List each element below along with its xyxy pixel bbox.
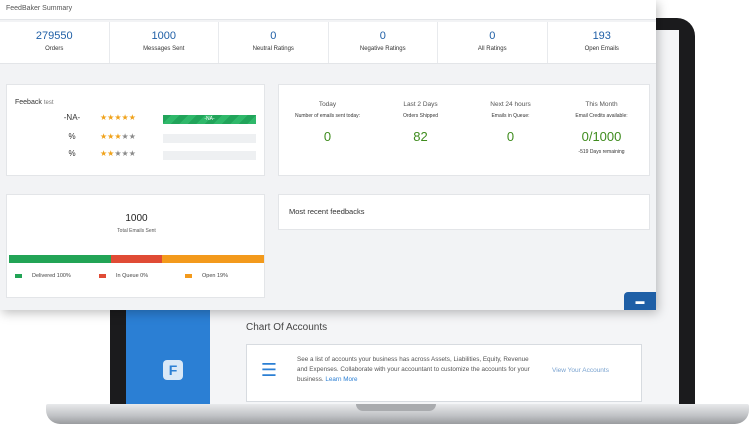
recent-feedbacks-title: Most recent feedbacks bbox=[289, 207, 365, 216]
feedback-row-label: % bbox=[68, 132, 76, 141]
period-value: 0 bbox=[323, 129, 332, 144]
period-title: Next 24 hours bbox=[490, 101, 531, 108]
app-logo-icon: F bbox=[163, 360, 183, 380]
emails-progress-bar bbox=[9, 255, 264, 263]
stat-label: Open Emails bbox=[584, 46, 619, 52]
stat-value: 279550 bbox=[35, 30, 73, 42]
stat-label: Neutral Ratings bbox=[252, 46, 294, 52]
star-rating-icon: ★★★★★ bbox=[100, 149, 136, 158]
stat-orders: 279550 Orders bbox=[0, 22, 110, 63]
stat-label: All Ratings bbox=[477, 46, 507, 52]
delivered-segment bbox=[9, 255, 111, 263]
stat-value: 1000 bbox=[151, 30, 176, 42]
stat-messages-sent: 1000 Messages Sent bbox=[110, 22, 219, 63]
view-accounts-link[interactable]: View Your Accounts bbox=[552, 367, 609, 374]
stat-value: 193 bbox=[592, 30, 611, 42]
chat-bubbles-icon[interactable]: ▬ bbox=[624, 292, 656, 310]
stat-value: 0 bbox=[489, 30, 496, 42]
recent-feedbacks-card: Most recent feedbacks bbox=[278, 194, 650, 230]
feedback-bar bbox=[163, 134, 256, 143]
feedback-subtitle: test bbox=[43, 100, 54, 106]
stat-label: Orders bbox=[45, 46, 64, 52]
legend-queue: In Queue 0% bbox=[99, 273, 148, 279]
queue-segment bbox=[111, 255, 162, 263]
emails-card: 1000 Total Emails Sent Delivered 100% In… bbox=[6, 194, 265, 298]
feedback-row: -NA- ★★★★★ -NA- bbox=[7, 113, 266, 127]
emails-total-label: Total Emails Sent bbox=[117, 228, 156, 234]
chart-of-accounts-title: Chart Of Accounts bbox=[246, 322, 328, 333]
emails-total-count: 1000 bbox=[125, 213, 148, 224]
stat-value: 0 bbox=[379, 30, 386, 42]
feedbaker-dashboard: FeedBaker Summary 279550 Orders 1000 Mes… bbox=[0, 0, 656, 310]
laptop-notch bbox=[356, 404, 436, 411]
legend-open: Open 19% bbox=[185, 273, 228, 279]
stat-open-emails: 193 Open Emails bbox=[548, 22, 657, 63]
feedback-row: % ★★★★★ bbox=[7, 132, 266, 146]
summary-stats: 279550 Orders 1000 Messages Sent 0 Neutr… bbox=[0, 22, 656, 64]
period-note: -519 Days remaining bbox=[578, 149, 625, 155]
learn-more-link[interactable]: Learn More bbox=[325, 376, 357, 383]
chart-of-accounts-description: See a list of accounts your business has… bbox=[297, 356, 530, 383]
stat-label: Messages Sent bbox=[143, 46, 185, 52]
stat-negative-ratings: 0 Negative Ratings bbox=[329, 22, 438, 63]
period-value: 0 bbox=[506, 129, 515, 144]
feedback-card: Feeback test -NA- ★★★★★ -NA- % ★★★★★ % ★… bbox=[6, 84, 265, 176]
period-title: Last 2 Days bbox=[403, 101, 438, 108]
period-title: Today bbox=[318, 101, 337, 108]
period-stats-card: Today Number of emails sent today: 0 Las… bbox=[278, 84, 650, 176]
star-rating-icon: ★★★★★ bbox=[100, 113, 136, 122]
period-title: This Month bbox=[585, 101, 618, 108]
chart-of-accounts-card: ☰ See a list of accounts your business h… bbox=[246, 344, 642, 402]
feedback-row-label: % bbox=[68, 149, 76, 158]
feedback-row: % ★★★★★ bbox=[7, 149, 266, 163]
stat-neutral-ratings: 0 Neutral Ratings bbox=[219, 22, 329, 63]
stat-value: 0 bbox=[270, 30, 277, 42]
dashboard-title: FeedBaker Summary bbox=[0, 0, 656, 20]
open-segment bbox=[162, 255, 264, 263]
period-value: 82 bbox=[413, 129, 428, 144]
period-subtitle: Email Credits available: bbox=[575, 113, 628, 119]
period-subtitle: Number of emails sent today: bbox=[294, 113, 361, 119]
feedback-bar bbox=[163, 151, 256, 160]
feedback-bar: -NA- bbox=[163, 115, 256, 124]
legend-delivered: Delivered 100% bbox=[15, 273, 71, 279]
star-rating-icon: ★★★★★ bbox=[100, 132, 136, 141]
legend-swatch bbox=[185, 273, 192, 278]
period-subtitle: Emails in Queue: bbox=[491, 113, 530, 119]
legend-swatch bbox=[15, 273, 22, 278]
feedback-row-label: -NA- bbox=[63, 113, 81, 122]
stat-all-ratings: 0 All Ratings bbox=[438, 22, 548, 63]
legend-swatch bbox=[99, 273, 106, 278]
stat-label: Negative Ratings bbox=[359, 46, 406, 52]
feedback-title: Feeback test bbox=[15, 99, 54, 106]
period-value: 0/1000 bbox=[581, 129, 622, 144]
period-subtitle: Orders Shipped bbox=[402, 113, 439, 119]
list-icon: ☰ bbox=[260, 360, 278, 380]
